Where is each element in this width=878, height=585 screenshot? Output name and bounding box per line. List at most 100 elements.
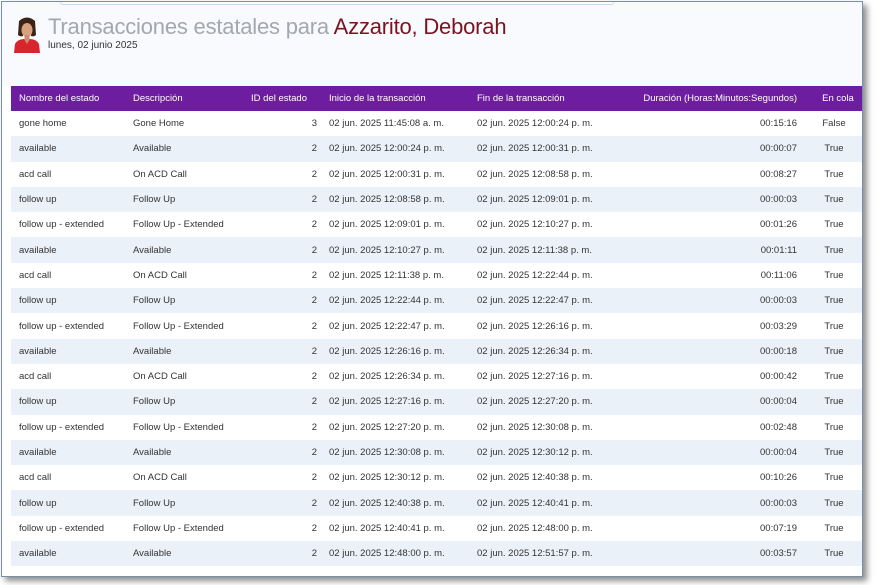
cell-description: Follow Up (133, 396, 176, 408)
cell-in-queue: True (824, 244, 844, 256)
cell-end: 02 jun. 2025 12:22:47 p. m. (477, 295, 593, 307)
column-header-state-id[interactable]: ID del estado (243, 86, 321, 111)
table-row[interactable]: available Available 2 02 jun. 2025 12:10:27… (11, 237, 862, 263)
cell-duration: 00:01:11 (760, 244, 797, 256)
table-row[interactable]: follow up Follow Up 2 02 jun. 2025 12:08:58… (11, 186, 862, 213)
cell-end: 02 jun. 2025 12:30:08 p. m. (477, 421, 593, 433)
cell-state-name: available (19, 244, 57, 256)
cell-in-queue: True (824, 548, 844, 560)
agent-avatar-icon (12, 15, 42, 53)
column-header-end[interactable]: Fin de la transacción (469, 86, 619, 111)
cell-description: Follow Up - Extended (133, 219, 224, 231)
table-row[interactable]: gone home Gone Home 3 02 jun. 2025 11:45:08… (11, 111, 862, 137)
cell-description: On ACD Call (133, 168, 187, 180)
cell-state-id: 2 (311, 472, 317, 484)
report-header: Transacciones estatales para Azzarito, D… (2, 2, 862, 86)
table-row[interactable]: available Available 2 02 jun. 2025 12:26:16… (11, 338, 862, 364)
table-row[interactable]: follow up - extended Follow Up - Extended… (11, 515, 862, 542)
cell-state-name: available (19, 447, 57, 458)
cell-in-queue: True (824, 295, 844, 307)
table-row[interactable]: acd call On ACD Call 2 02 jun. 2025 12:26:3… (11, 363, 862, 390)
table-row[interactable]: follow up - extended Follow Up - Extended… (11, 313, 862, 339)
cell-state-id: 2 (311, 143, 317, 155)
cell-state-name: acd call (19, 472, 52, 484)
cell-in-queue: True (824, 194, 844, 206)
table-row[interactable]: available Available 2 02 jun. 2025 12:00:24… (11, 136, 862, 162)
column-header-state-name[interactable]: Nombre del estado (11, 86, 125, 111)
cell-in-queue: True (824, 371, 844, 383)
cell-end: 02 jun. 2025 12:10:27 p. m. (477, 219, 593, 231)
report-window: Transacciones estatales para Azzarito, D… (1, 1, 863, 577)
table-row[interactable]: follow up - extended Follow Up - Extended… (11, 212, 862, 238)
cell-in-queue: True (824, 421, 844, 433)
cell-duration: 00:08:27 (760, 168, 797, 180)
cell-description: On ACD Call (133, 472, 187, 484)
cell-duration: 00:07:19 (760, 522, 797, 534)
cell-end: 02 jun. 2025 12:27:20 p. m. (477, 396, 593, 408)
cell-state-name: available (19, 345, 57, 357)
cell-start: 02 jun. 2025 12:22:44 p. m. (329, 295, 445, 307)
cell-state-id: 2 (311, 168, 317, 180)
table-header-row: Nombre del estado Descripción ID del est… (11, 86, 862, 111)
cell-duration: 00:01:26 (760, 219, 797, 231)
cell-description: Follow Up - Extended (133, 522, 224, 534)
cell-description: Available (133, 345, 172, 357)
cell-state-name: gone home (19, 118, 67, 130)
cell-state-id: 2 (311, 421, 317, 433)
cell-duration: 00:00:07 (760, 143, 797, 155)
table-row[interactable]: acd call On ACD Call 2 02 jun. 2025 12:11:3… (11, 262, 862, 289)
table-row[interactable]: follow up Follow Up 2 02 jun. 2025 12:40:38… (11, 490, 862, 516)
cell-state-id: 2 (311, 244, 317, 256)
page-title: Transacciones estatales para Azzarito, D… (48, 14, 507, 40)
table-row[interactable]: follow up Follow Up 2 02 jun. 2025 12:22:44… (11, 288, 862, 314)
cell-end: 02 jun. 2025 12:09:01 p. m. (477, 194, 593, 206)
cell-start: 02 jun. 2025 12:08:58 p. m. (329, 194, 445, 206)
cell-description: Available (133, 548, 172, 560)
table-row[interactable]: available Available 2 02 jun. 2025 12:30:08… (11, 439, 862, 466)
table-row[interactable]: follow up Follow Up 2 02 jun. 2025 12:27:16… (11, 389, 862, 415)
cell-state-name: available (19, 548, 57, 560)
cell-in-queue: True (824, 522, 844, 534)
cell-end: 02 jun. 2025 12:30:12 p. m. (477, 447, 593, 458)
cell-description: Available (133, 143, 172, 155)
cell-in-queue: True (824, 497, 844, 509)
cell-description: Available (133, 447, 172, 458)
column-header-description[interactable]: Descripción (125, 86, 243, 111)
cell-end: 02 jun. 2025 12:08:58 p. m. (477, 168, 593, 180)
column-header-duration[interactable]: Duración (Horas:Minutos:Segundos) (619, 86, 805, 111)
column-header-start[interactable]: Inicio de la transacción (321, 86, 469, 111)
cell-in-queue: True (824, 320, 844, 332)
cell-state-id: 2 (311, 345, 317, 357)
cell-description: On ACD Call (133, 269, 187, 281)
cell-state-id: 2 (311, 497, 317, 509)
cell-duration: 00:15:16 (760, 118, 797, 130)
column-header-in-queue[interactable]: En cola (805, 86, 862, 111)
cell-state-id: 2 (311, 320, 317, 332)
cell-end: 02 jun. 2025 12:27:16 p. m. (477, 371, 593, 383)
cell-in-queue: True (824, 269, 844, 281)
cell-end: 02 jun. 2025 12:00:31 p. m. (477, 143, 593, 155)
report-date: lunes, 02 junio 2025 (48, 40, 138, 51)
cell-start: 02 jun. 2025 12:30:08 p. m. (329, 447, 445, 458)
cell-state-name: follow up (19, 295, 57, 307)
cell-start: 02 jun. 2025 12:27:20 p. m. (329, 421, 445, 433)
cell-in-queue: True (824, 396, 844, 408)
state-transactions-table: Nombre del estado Descripción ID del est… (11, 86, 862, 567)
table-row[interactable]: acd call On ACD Call 2 02 jun. 2025 12:00:3… (11, 161, 862, 187)
cell-end: 02 jun. 2025 12:26:34 p. m. (477, 345, 593, 357)
top-edge-tab (60, 2, 614, 5)
cell-end: 02 jun. 2025 12:00:24 p. m. (477, 118, 593, 130)
cell-description: Follow Up (133, 497, 176, 509)
cell-state-id: 2 (311, 447, 317, 458)
cell-state-name: acd call (19, 269, 52, 281)
cell-in-queue: False (822, 118, 846, 130)
cell-state-id: 2 (311, 269, 317, 281)
table-row[interactable]: available Available 2 02 jun. 2025 12:48:00… (11, 541, 862, 567)
table-row[interactable]: acd call On ACD Call 2 02 jun. 2025 12:30:1… (11, 465, 862, 491)
cell-in-queue: True (824, 447, 844, 458)
cell-state-id: 2 (311, 295, 317, 307)
cell-duration: 00:10:26 (760, 472, 797, 484)
table-row[interactable]: follow up - extended Follow Up - Extended… (11, 414, 862, 440)
cell-start: 02 jun. 2025 12:30:12 p. m. (329, 472, 445, 484)
cell-start: 02 jun. 2025 12:00:24 p. m. (329, 143, 445, 155)
